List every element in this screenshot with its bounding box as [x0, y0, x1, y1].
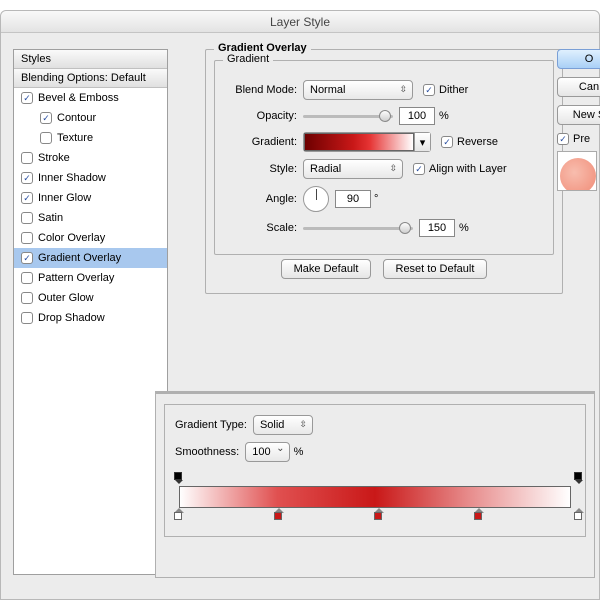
check-icon[interactable]	[40, 112, 52, 124]
preview-checkbox[interactable]: Pre	[557, 133, 600, 145]
degree-label: °	[374, 193, 378, 205]
dialog-buttons: O Can New S Pre	[557, 49, 600, 191]
smoothness-label: Smoothness:	[175, 446, 239, 458]
opacity-label: Opacity:	[223, 110, 303, 122]
check-icon[interactable]	[21, 232, 33, 244]
sidebar-item-label: Texture	[57, 132, 93, 144]
check-icon[interactable]	[21, 312, 33, 324]
gradient-track[interactable]	[179, 486, 571, 508]
check-icon[interactable]	[21, 192, 33, 204]
percent-label: %	[294, 446, 304, 458]
color-stop[interactable]	[274, 508, 284, 522]
check-icon[interactable]	[21, 272, 33, 284]
check-icon[interactable]	[21, 152, 33, 164]
percent-label: %	[439, 110, 449, 122]
gradient-label: Gradient:	[223, 136, 303, 148]
check-icon	[423, 84, 435, 96]
sidebar-item-inner-glow[interactable]: Inner Glow	[14, 188, 167, 208]
angle-label: Angle:	[223, 193, 303, 205]
sidebar-item-pattern-overlay[interactable]: Pattern Overlay	[14, 268, 167, 288]
sidebar-header-blending[interactable]: Blending Options: Default	[14, 69, 167, 88]
sidebar-item-gradient-overlay[interactable]: Gradient Overlay	[14, 248, 167, 268]
opacity-stop[interactable]	[574, 472, 584, 484]
scale-label: Scale:	[223, 222, 303, 234]
styles-sidebar: Styles Blending Options: Default Bevel &…	[13, 49, 168, 575]
angle-dial[interactable]	[303, 186, 329, 212]
check-icon[interactable]	[21, 212, 33, 224]
gradient-group: Gradient Blend Mode: Normal Dither Opaci…	[214, 60, 554, 255]
sidebar-item-texture[interactable]: Texture	[14, 128, 167, 148]
chevron-down-icon[interactable]: ▾	[414, 133, 430, 151]
color-stop[interactable]	[174, 508, 184, 522]
sidebar-item-label: Color Overlay	[38, 232, 105, 244]
check-icon	[441, 136, 453, 148]
gradient-editor: Gradient Type: Solid Smoothness: 100 %	[155, 391, 595, 578]
align-checkbox[interactable]: Align with Layer	[413, 163, 507, 175]
gradient-type-label: Gradient Type:	[175, 419, 247, 431]
sidebar-item-label: Bevel & Emboss	[38, 92, 119, 104]
ok-button[interactable]: O	[557, 49, 600, 69]
preview-swatch	[557, 151, 597, 191]
reverse-checkbox[interactable]: Reverse	[441, 136, 498, 148]
opacity-input[interactable]: 100	[399, 107, 435, 125]
sidebar-item-bevel-emboss[interactable]: Bevel & Emboss	[14, 88, 167, 108]
blend-mode-select[interactable]: Normal	[303, 80, 413, 100]
gradient-preview	[304, 133, 414, 151]
smoothness-input[interactable]: 100	[245, 442, 289, 462]
check-icon[interactable]	[21, 172, 33, 184]
gradient-picker[interactable]: ▾	[303, 132, 431, 152]
opacity-slider[interactable]	[303, 109, 393, 123]
sidebar-item-label: Stroke	[38, 152, 70, 164]
sidebar-item-label: Gradient Overlay	[38, 252, 121, 264]
gradient-overlay-group: Gradient Overlay Gradient Blend Mode: No…	[205, 49, 563, 294]
opacity-stop[interactable]	[174, 472, 184, 484]
sidebar-item-label: Pattern Overlay	[38, 272, 114, 284]
sidebar-header-styles[interactable]: Styles	[14, 50, 167, 69]
scale-slider[interactable]	[303, 221, 413, 235]
check-icon[interactable]	[21, 252, 33, 264]
check-icon	[557, 133, 569, 145]
gradient-type-select[interactable]: Solid	[253, 415, 313, 435]
make-default-button[interactable]: Make Default	[281, 259, 372, 279]
check-icon[interactable]	[21, 292, 33, 304]
color-stop[interactable]	[574, 508, 584, 522]
sidebar-item-label: Drop Shadow	[38, 312, 105, 324]
sidebar-item-label: Inner Glow	[38, 192, 91, 204]
blend-mode-label: Blend Mode:	[223, 84, 303, 96]
sidebar-item-inner-shadow[interactable]: Inner Shadow	[14, 168, 167, 188]
sidebar-item-color-overlay[interactable]: Color Overlay	[14, 228, 167, 248]
cancel-button[interactable]: Can	[557, 77, 600, 97]
check-icon[interactable]	[40, 132, 52, 144]
style-select[interactable]: Radial	[303, 159, 403, 179]
percent-label: %	[459, 222, 469, 234]
sidebar-item-drop-shadow[interactable]: Drop Shadow	[14, 308, 167, 328]
check-icon	[413, 163, 425, 175]
check-icon[interactable]	[21, 92, 33, 104]
gradient-ramp[interactable]	[175, 472, 575, 524]
sidebar-item-stroke[interactable]: Stroke	[14, 148, 167, 168]
sidebar-item-outer-glow[interactable]: Outer Glow	[14, 288, 167, 308]
gradient-subtitle: Gradient	[223, 53, 273, 65]
dither-checkbox[interactable]: Dither	[423, 84, 468, 96]
sidebar-item-satin[interactable]: Satin	[14, 208, 167, 228]
color-stop[interactable]	[474, 508, 484, 522]
sidebar-item-label: Satin	[38, 212, 63, 224]
angle-input[interactable]: 90	[335, 190, 371, 208]
color-stop[interactable]	[374, 508, 384, 522]
sidebar-item-contour[interactable]: Contour	[14, 108, 167, 128]
scale-input[interactable]: 150	[419, 219, 455, 237]
sidebar-item-label: Inner Shadow	[38, 172, 106, 184]
dialog-body: Styles Blending Options: Default Bevel &…	[1, 33, 599, 599]
new-style-button[interactable]: New S	[557, 105, 600, 125]
sidebar-item-label: Outer Glow	[38, 292, 94, 304]
reset-default-button[interactable]: Reset to Default	[383, 259, 488, 279]
window-title: Layer Style	[1, 11, 599, 33]
layer-style-dialog: Layer Style Styles Blending Options: Def…	[0, 10, 600, 600]
sidebar-item-label: Contour	[57, 112, 96, 124]
style-label: Style:	[223, 163, 303, 175]
